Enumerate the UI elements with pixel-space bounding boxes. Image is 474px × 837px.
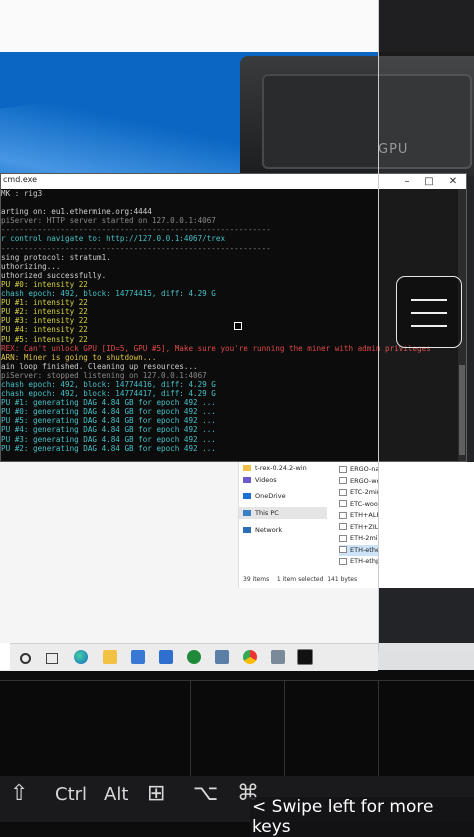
ctrl-key[interactable]: Ctrl	[55, 784, 87, 805]
file-icon	[339, 477, 347, 484]
video-icon	[243, 477, 251, 483]
swipe-hint: < Swipe left for more keys	[250, 797, 474, 837]
nav-item-label: t-rex-0.24.2-win	[255, 464, 307, 472]
nav-item-onedrive[interactable]: OneDrive	[243, 490, 286, 502]
cloud-icon	[243, 493, 251, 499]
remote-app-icon[interactable]	[215, 650, 229, 664]
task-view-icon[interactable]	[46, 653, 58, 664]
file-icon	[339, 465, 347, 473]
option-key[interactable]: ⌥	[193, 781, 218, 806]
status-size: 141 bytes	[327, 576, 358, 583]
nav-item-this-pc[interactable]: This PC	[239, 507, 327, 519]
nav-item-label: This PC	[255, 509, 279, 517]
search-icon[interactable]	[20, 653, 31, 664]
alt-key[interactable]: Alt	[104, 784, 128, 805]
windows-key[interactable]: ⊞	[147, 781, 165, 806]
file-icon	[339, 523, 347, 530]
remote-white-area	[0, 0, 378, 52]
nav-item-videos[interactable]: Videos	[243, 474, 277, 486]
file-explorer-window[interactable]: t-rex-0.24.2-win Videos OneDrive This PC Net…	[238, 462, 474, 588]
mouse-cursor	[234, 322, 242, 330]
nav-item-network[interactable]: Network	[243, 524, 282, 536]
file-icon	[339, 534, 347, 542]
lower-panes	[0, 680, 474, 776]
nav-item-label: Network	[255, 526, 283, 534]
store-icon[interactable]	[131, 650, 145, 664]
file-icon	[339, 488, 347, 496]
file-explorer-icon[interactable]	[103, 650, 117, 664]
file-icon	[339, 511, 347, 519]
menu-icon	[411, 299, 447, 301]
file-icon	[339, 546, 347, 553]
xbox-icon[interactable]	[187, 650, 201, 664]
menu-button[interactable]	[396, 276, 462, 348]
file-icon	[339, 500, 347, 507]
network-icon	[243, 527, 251, 533]
nav-item-label: Videos	[255, 476, 277, 484]
mail-icon[interactable]	[159, 650, 173, 664]
cmd-taskbar-icon[interactable]	[297, 649, 313, 665]
edge-icon[interactable]	[74, 650, 88, 664]
status-selected: 1 item selected	[276, 576, 324, 583]
status-item-count: 39 items	[243, 576, 270, 583]
windows-taskbar	[0, 643, 378, 671]
pane-divider	[0, 680, 474, 681]
file-icon	[339, 557, 347, 565]
nav-item-label: OneDrive	[255, 492, 286, 500]
chrome-icon[interactable]	[243, 650, 257, 664]
cmd-title: cmd.exe	[3, 175, 38, 184]
notepad-icon[interactable]	[271, 650, 285, 664]
explorer-status-bar: 39 items 1 item selected 141 bytes	[243, 576, 357, 583]
menu-icon-bar	[411, 325, 447, 327]
pc-icon	[243, 510, 251, 516]
menu-icon-bar	[411, 312, 447, 314]
nav-item-t-rex-0-24-2-win[interactable]: t-rex-0.24.2-win	[243, 462, 307, 474]
folder-icon	[243, 465, 251, 471]
shift-key[interactable]: ⇧	[10, 781, 28, 806]
start-area[interactable]	[0, 643, 10, 670]
